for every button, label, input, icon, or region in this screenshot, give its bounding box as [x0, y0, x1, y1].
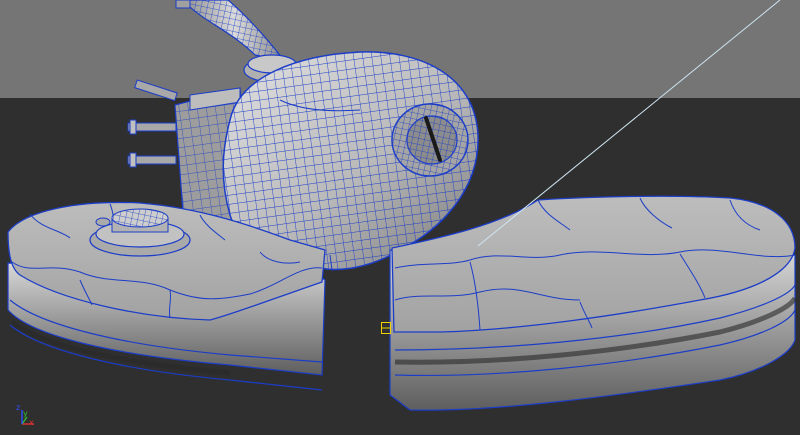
- axis-y-label: y: [23, 409, 28, 418]
- axis-x-label: x: [29, 418, 34, 427]
- axis-gizmo: x y z: [14, 404, 38, 428]
- scene-canvas[interactable]: [0, 0, 800, 435]
- axis-z-label: z: [16, 403, 21, 412]
- pivot-marker[interactable]: [381, 322, 391, 334]
- perspective-viewport[interactable]: x y z: [0, 0, 800, 435]
- eye-socket: [391, 103, 469, 177]
